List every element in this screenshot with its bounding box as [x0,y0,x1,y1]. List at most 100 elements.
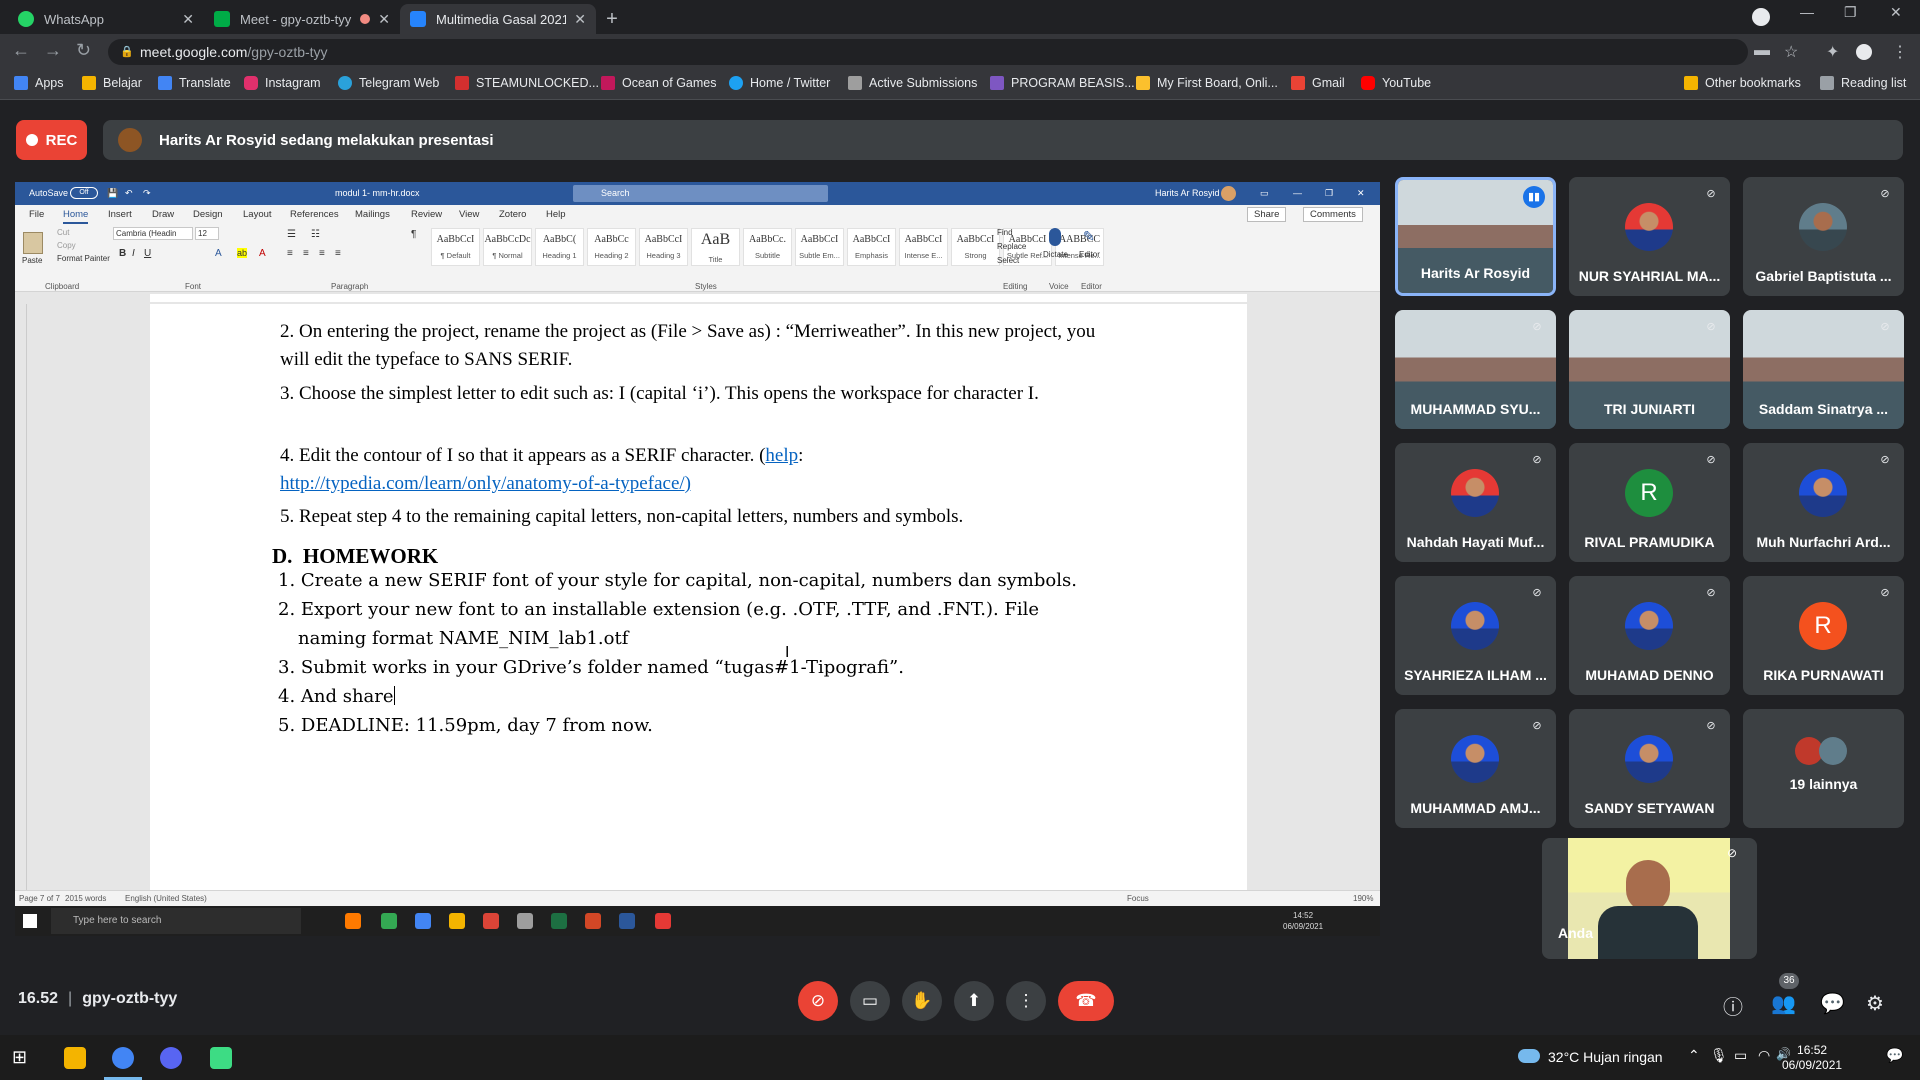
system-clock[interactable]: 16:52 06/09/2021 [1782,1043,1842,1073]
participant-tile[interactable]: 19 lainnya [1743,709,1904,828]
bookmark-apps[interactable]: Apps [14,76,64,90]
address-bar[interactable]: 🔒 meet.google.com/gpy-oztb-tyy [108,39,1748,65]
word-user-avatar[interactable] [1221,186,1236,201]
ribbon-tab-mailings[interactable]: Mailings [355,209,390,220]
chat-icon[interactable]: 💬 [1820,991,1845,1016]
align-left-icon[interactable]: ≡ [287,248,293,259]
align-center-icon[interactable]: ≡ [303,248,309,259]
file-explorer-icon[interactable] [64,1047,86,1069]
style-option[interactable]: AaBbCcI Emphasis [847,228,896,266]
windows-start-icon[interactable] [23,914,37,928]
participant-tile[interactable]: ⊘ Gabriel Baptistuta ... [1743,177,1904,296]
typedia-link[interactable]: http://typedia.com/learn/only/anatomy-of… [280,473,691,494]
bookmark-gmail[interactable]: Gmail [1291,76,1345,90]
participant-tile[interactable]: ▮▮ Harits Ar Rosyid [1395,177,1556,296]
bold-icon[interactable]: B [119,248,126,259]
participant-tile[interactable]: ⊘ MUHAMMAD SYU... [1395,310,1556,429]
bookmark-telegram[interactable]: Telegram Web [338,76,439,90]
reading-list[interactable]: Reading list [1820,76,1906,90]
style-option[interactable]: AaBbCcI Intense E... [899,228,948,266]
weather-text[interactable]: 32°C Hujan ringan [1548,1049,1663,1065]
font-size-dropdown[interactable]: 12 [195,227,219,240]
word-close-icon[interactable]: ✕ [1357,188,1365,199]
bookmark-instagram[interactable]: Instagram [244,76,321,90]
underline-icon[interactable]: U [144,248,151,259]
bookmark-my-first-board[interactable]: My First Board, Onli... [1136,76,1278,90]
font-name-dropdown[interactable]: Cambria (Headin [113,227,193,240]
mic-off-button[interactable]: ⊘ [798,981,838,1021]
taskbar-app-icon[interactable] [517,913,533,929]
menu-icon[interactable]: ⋮ [1892,42,1908,62]
reload-icon[interactable]: ↻ [76,40,91,61]
format-painter-button[interactable]: Format Painter [57,254,110,263]
camera-button[interactable]: ▭ [850,981,890,1021]
tab-whatsapp[interactable]: WhatsApp ✕ [8,4,204,34]
copy-button[interactable]: Copy [57,241,76,250]
highlight-icon[interactable]: ab [237,248,248,258]
focus-mode-button[interactable]: Focus [1127,894,1149,903]
notification-icon[interactable]: 💬 [1886,1047,1903,1064]
close-tab-icon[interactable]: ✕ [574,11,586,28]
back-icon[interactable]: ← [12,40,30,61]
participant-tile[interactable]: ⊘ Nahdah Hayati Muf... [1395,443,1556,562]
style-option[interactable]: AaBbCcI Subtle Em... [795,228,844,266]
raise-hand-button[interactable]: ✋ [902,981,942,1021]
numbering-icon[interactable]: ☷ [311,229,320,240]
participant-tile[interactable]: ⊘ TRI JUNIARTI [1569,310,1730,429]
language-status[interactable]: English (United States) [125,894,207,903]
taskbar-word-icon[interactable] [619,913,635,929]
style-option[interactable]: AaBbCc. Subtitle [743,228,792,266]
style-option[interactable]: AaBbC(Heading 1 [535,228,584,266]
bookmark-active-submissions[interactable]: Active Submissions [848,76,977,90]
leave-call-button[interactable]: ☎ [1058,981,1114,1021]
style-option[interactable]: AaBbCc Heading 2 [587,228,636,266]
participant-tile[interactable]: R ⊘ RIVAL PRAMUDIKA [1569,443,1730,562]
taskbar-acrobat-icon[interactable] [655,913,671,929]
ribbon-tab-design[interactable]: Design [193,209,223,220]
ribbon-tab-review[interactable]: Review [411,209,442,220]
restore-icon[interactable]: ❐ [1844,4,1857,21]
ribbon-tab-zotero[interactable]: Zotero [499,209,526,220]
windows-start-icon[interactable]: ⊞ [12,1047,34,1069]
ribbon-tab-view[interactable]: View [459,209,479,220]
editor-pen-icon[interactable]: ✎ [1083,228,1099,246]
word-share-button[interactable]: Share [1247,207,1287,222]
participant-tile[interactable]: ⊘ SANDY SETYAWAN [1569,709,1730,828]
bookmark-star-icon[interactable]: ☆ [1784,42,1798,62]
bookmark-belajar[interactable]: Belajar [82,76,142,90]
forward-icon[interactable]: → [44,40,62,61]
present-now-button[interactable]: ⬆ [954,981,994,1021]
ribbon-tab-help[interactable]: Help [546,209,566,220]
ribbon-tab-layout[interactable]: Layout [243,209,272,220]
replace-button[interactable]: Replace [997,242,1026,251]
participant-tile[interactable]: ⊘ SYAHRIEZA ILHAM ... [1395,576,1556,695]
close-tab-icon[interactable]: ✕ [378,11,390,28]
find-button[interactable]: Find [997,228,1013,237]
extensions-icon[interactable]: ✦ [1826,42,1839,62]
save-icon[interactable]: 💾 [107,188,118,199]
other-bookmarks[interactable]: Other bookmarks [1684,76,1801,90]
bookmark-program-beasiswa[interactable]: PROGRAM BEASIS... [990,76,1135,90]
taskbar-explorer-icon[interactable] [449,913,465,929]
ribbon-tab-file[interactable]: File [29,209,44,220]
taskbar-app-icon[interactable] [381,913,397,929]
ribbon-tab-insert[interactable]: Insert [108,209,132,220]
close-tab-icon[interactable]: ✕ [182,11,194,28]
windows-search-box[interactable]: Type here to search [51,908,301,934]
meeting-details-icon[interactable]: ⓘ [1723,991,1743,1020]
chrome-icon[interactable] [112,1047,134,1069]
show-marks-icon[interactable]: ¶ [411,229,416,240]
activities-icon[interactable]: ⚙ [1866,991,1884,1016]
style-option[interactable]: AaBbCcI Strong [951,228,1000,266]
taskbar-chrome-icon[interactable] [415,913,431,929]
android-app-icon[interactable] [210,1047,232,1069]
word-minimize-icon[interactable]: — [1293,188,1302,198]
word-count[interactable]: 2015 words [65,894,106,903]
participant-tile[interactable]: ⊘ MUHAMAD DENNO [1569,576,1730,695]
zoom-level[interactable]: 190% [1353,894,1373,903]
ribbon-display-icon[interactable]: ▭ [1260,188,1269,199]
minimize-icon[interactable]: — [1800,4,1814,20]
participant-tile[interactable]: ⊘ MUHAMMAD AMJ... [1395,709,1556,828]
ribbon-tab-draw[interactable]: Draw [152,209,174,220]
discord-icon[interactable] [160,1047,182,1069]
